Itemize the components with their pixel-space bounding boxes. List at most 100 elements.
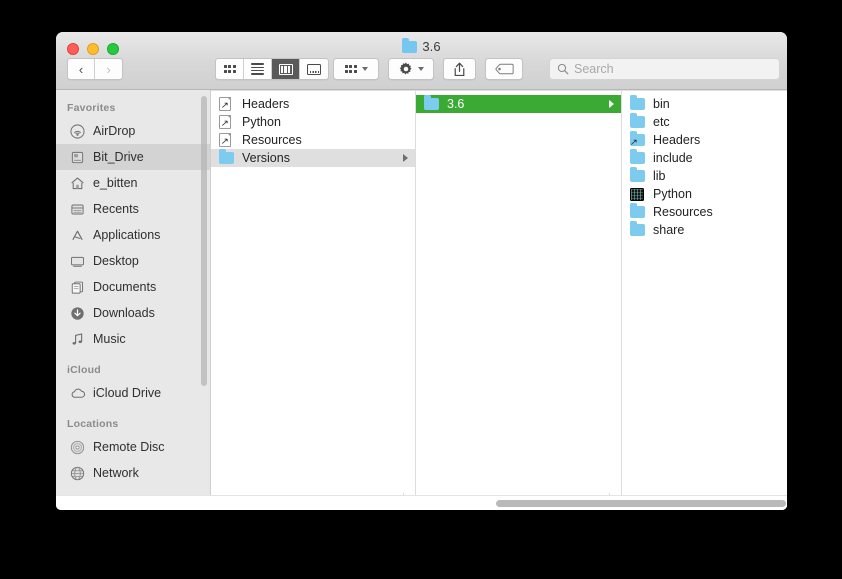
item-label: Versions [242,151,290,165]
finder-window: 3.6 ‹ › Search Favorites AirDrop Bit_Dri… [56,32,787,510]
tag-button[interactable] [485,58,523,80]
gallery-icon [307,63,321,75]
downloads-icon [69,305,86,322]
column-view-button[interactable] [272,59,300,79]
gallery-view-button[interactable] [300,59,328,79]
sidebar-item-bit_drive[interactable]: Bit_Drive [56,144,210,170]
sidebar-item-network[interactable]: Network [56,460,210,486]
item-label: Python [242,115,281,129]
sidebar-item-e_bitten[interactable]: e_bitten [56,170,210,196]
sidebar-section-favorites: Favorites [67,102,116,114]
folder-icon [219,149,236,166]
arrange-grid-icon [344,65,357,73]
disc-icon [69,439,86,456]
item-label: lib [653,169,666,183]
list-item[interactable]: etc [622,113,787,131]
forward-button[interactable]: › [95,59,122,79]
sidebar-item-recents[interactable]: Recents [56,196,210,222]
action-button[interactable] [388,58,434,80]
sidebar-section-locations: Locations [67,418,119,430]
horizontal-scrollbar[interactable] [56,495,787,510]
back-button[interactable]: ‹ [68,59,95,79]
sidebar-item-label: Remote Disc [93,440,165,454]
music-icon [69,331,86,348]
list-view-button[interactable] [244,59,272,79]
item-label: bin [653,97,670,111]
folder-icon [630,113,647,130]
sidebar-item-label: Music [93,332,126,346]
sidebar-item-applications[interactable]: Applications [56,222,210,248]
columns-icon [278,63,293,75]
sidebar-scrollbar[interactable] [201,96,207,386]
alias-document-icon: ↗ [219,133,236,148]
folder-icon [630,203,647,220]
icon-view-button[interactable] [216,59,244,79]
item-label: Resources [242,133,302,147]
page-title: 3.6 [56,38,787,54]
item-label: etc [653,115,670,129]
sidebar-item-icloud-drive[interactable]: iCloud Drive [56,380,210,406]
sidebar-item-documents[interactable]: Documents [56,274,210,300]
list-item[interactable]: ↗ Headers [622,131,787,149]
sidebar-item-desktop[interactable]: Desktop [56,248,210,274]
list-item[interactable]: Python [622,185,787,203]
view-mode-buttons [215,58,329,80]
column-1: ↗ Headers ↗ Python ↗ Resources Versions [211,91,416,510]
column-browser: ↗ Headers ↗ Python ↗ Resources Versions … [211,90,787,510]
share-icon [454,62,465,76]
chevron-down-icon [361,67,368,71]
folder-icon [630,95,647,112]
sidebar-item-downloads[interactable]: Downloads [56,300,210,326]
item-label: Resources [653,205,713,219]
item-label: 3.6 [447,97,465,111]
sidebar-item-label: iCloud Drive [93,386,162,400]
gear-icon [399,62,412,75]
arrange-button[interactable] [333,58,379,80]
sidebar-item-label: e_bitten [93,176,138,190]
share-button[interactable] [443,58,476,80]
list-item[interactable]: ↗ Headers [211,95,415,113]
list-item[interactable]: lib [622,167,787,185]
chevron-down-icon [417,67,424,71]
sidebar-item-label: Desktop [93,254,139,268]
sidebar-item-remote-disc[interactable]: Remote Disc [56,434,210,460]
list-item[interactable]: share [622,221,787,239]
sidebar-item-label: Applications [93,228,161,242]
search-input[interactable]: Search [549,58,780,80]
unix-executable-icon [630,187,647,202]
column-3: bin etc ↗ Headers include lib Python Res… [622,91,787,510]
home-icon [69,175,86,192]
sidebar-item-label: Downloads [93,306,155,320]
list-item[interactable]: include [622,149,787,167]
folder-icon [630,221,647,238]
horizontal-scrollbar-thumb[interactable] [496,500,786,507]
list-item[interactable]: Resources [622,203,787,221]
cloud-icon [69,385,86,402]
list-item-selected[interactable]: Versions [211,149,415,167]
desktop-icon [69,253,86,270]
sidebar-item-music[interactable]: Music [56,326,210,352]
alias-folder-icon: ↗ [630,131,647,148]
list-item[interactable]: ↗ Python [211,113,415,131]
list-item-selected[interactable]: 3.6 [416,95,621,113]
navigation-buttons: ‹ › [67,58,123,80]
list-item[interactable]: bin [622,95,787,113]
window-body: Favorites AirDrop Bit_Drive e_bitten Rec… [56,90,787,510]
item-label: Python [653,187,692,201]
sidebar-item-label: Recents [93,202,139,216]
sidebar-item-label: Bit_Drive [93,150,144,164]
window-title-text: 3.6 [422,39,441,54]
column-2: 3.6 [416,91,622,510]
alias-document-icon: ↗ [219,115,236,130]
harddisk-icon [69,149,86,166]
folder-icon [630,167,647,184]
chevron-right-icon [609,100,614,108]
sidebar: Favorites AirDrop Bit_Drive e_bitten Rec… [56,90,211,510]
folder-icon [630,149,647,166]
item-label: Headers [242,97,290,111]
alias-document-icon: ↗ [219,97,236,112]
grid-icon [223,65,236,73]
sidebar-item-label: Documents [93,280,157,294]
list-item[interactable]: ↗ Resources [211,131,415,149]
sidebar-item-airdrop[interactable]: AirDrop [56,118,210,144]
